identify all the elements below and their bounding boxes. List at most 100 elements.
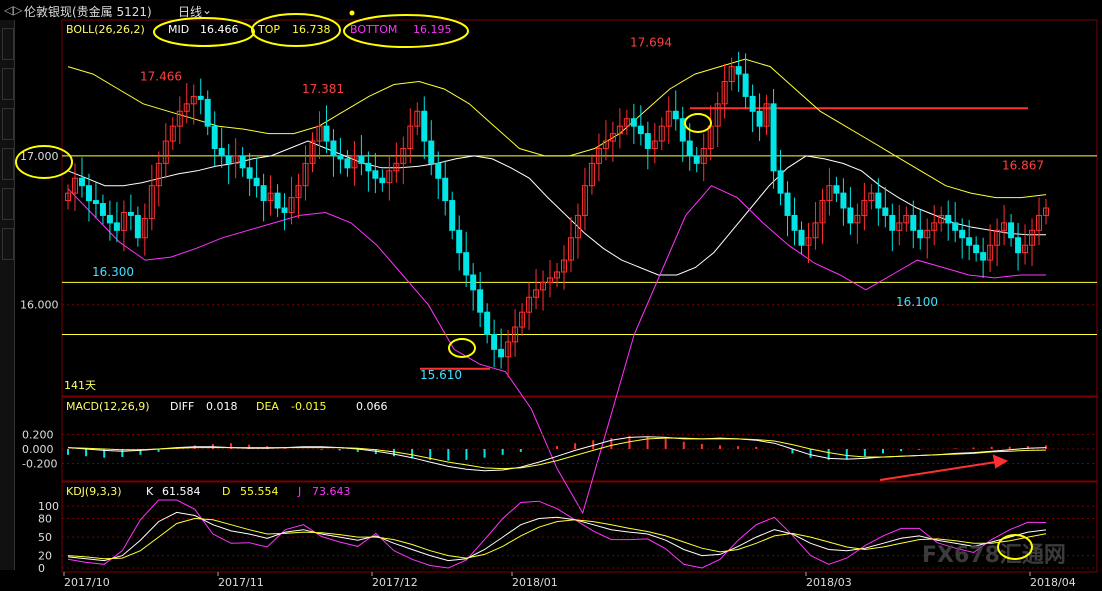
candle-body	[421, 110, 428, 142]
candle-body	[358, 155, 365, 164]
candle-body	[442, 177, 449, 202]
candle-body	[78, 177, 85, 187]
candle-body	[99, 203, 106, 216]
kdj-label: KDJ(9,3,3)	[66, 485, 122, 498]
candle-body	[875, 192, 882, 209]
macd-header: MACD(12,26,9) DIFF 0.018 DEA -0.015 0.06…	[66, 400, 388, 413]
x-tick-label: 2018/04	[1030, 576, 1076, 589]
boll-header: BOLL(26,26,2) MID 16.466 TOP 16.738 BOTT…	[66, 23, 452, 36]
candle-body	[959, 229, 966, 239]
kdj-header: KDJ(9,3,3) K 61.584 D 55.554 J 73.643	[66, 485, 351, 498]
chart-canvas: BOLL(26,26,2) MID 16.466 TOP 16.738 BOTT…	[15, 10, 1098, 589]
x-tick-label: 2018/03	[806, 576, 852, 589]
candle-body	[952, 222, 959, 231]
candle-body	[484, 311, 491, 335]
macd-label: MACD(12,26,9)	[66, 400, 150, 413]
candle-body	[344, 158, 351, 169]
candle-body	[686, 140, 693, 157]
kdj-tick-label: 20	[38, 550, 52, 563]
candle-body	[260, 185, 267, 202]
candle-body	[379, 177, 386, 184]
y-tick-label: 17.000	[20, 150, 59, 163]
macd-tick-label: -0.200	[22, 458, 57, 471]
candle-body	[113, 222, 120, 231]
candle-body	[756, 110, 763, 127]
kdj-k-line	[67, 511, 1047, 562]
candle-body	[693, 155, 700, 164]
kdj-k-label: K	[146, 485, 154, 498]
candle-body	[498, 348, 505, 358]
candle-body	[365, 162, 372, 172]
candle-body	[491, 333, 498, 350]
candle-body	[1008, 222, 1015, 239]
kdj-k-value: 61.584	[162, 485, 201, 498]
annotation-markers	[15, 13, 1033, 560]
candle-body	[784, 192, 791, 216]
macd-diff-value: 0.018	[206, 400, 238, 413]
candle-body	[882, 207, 889, 216]
candle-body	[456, 229, 463, 254]
boll-top-label: TOP	[257, 23, 280, 36]
price-label: 16.100	[896, 295, 938, 309]
candle-body	[777, 170, 784, 194]
candle-body	[92, 200, 99, 205]
dot-marker	[349, 10, 355, 16]
panel-frames	[61, 19, 1098, 573]
candle-body	[449, 200, 456, 231]
boll-top-value: 16.738	[292, 23, 331, 36]
boll-mid-label: MID	[168, 23, 189, 36]
candle-body	[770, 103, 777, 172]
candle-body	[791, 214, 798, 231]
x-tick-label: 2017/12	[372, 576, 418, 589]
candle-body	[637, 125, 644, 135]
candle-body	[337, 155, 344, 160]
candle-body	[477, 289, 484, 313]
macd-dea-line	[67, 437, 1047, 470]
candle-body	[973, 244, 980, 254]
macd-tick-label: 0.200	[22, 429, 54, 442]
watermark: FX678汇通网	[922, 543, 1066, 568]
candle-body	[742, 73, 749, 97]
candle-body	[644, 133, 651, 149]
kdj-tick-label: 100	[38, 500, 59, 513]
candle-body	[218, 147, 225, 157]
candle-body	[330, 140, 337, 157]
kdj-j-value: 73.643	[312, 485, 351, 498]
kdj-d-label: D	[222, 485, 230, 498]
kdj-tick-label: 80	[38, 513, 52, 526]
price-grid: 17.000 16.000	[20, 150, 1097, 312]
kdj-tick-label: 50	[38, 531, 52, 544]
candle-body	[798, 229, 805, 246]
kdj-j-line	[67, 499, 1047, 569]
candle-body	[749, 95, 756, 112]
boll-mid-value: 16.466	[200, 23, 239, 36]
price-label: 16.300	[92, 265, 134, 279]
boll-bottom-value: 16.195	[413, 23, 452, 36]
kdj-j-label: J	[297, 485, 301, 498]
candle-body	[323, 125, 330, 142]
candle-body	[833, 185, 840, 194]
macd-panel: 0.2000.000 -0.200	[22, 429, 1097, 472]
candle-body	[85, 185, 92, 202]
x-tick-label: 2018/01	[512, 576, 558, 589]
candle-body	[253, 177, 260, 187]
y-tick-label: 16.000	[20, 299, 59, 312]
candle-body	[435, 162, 442, 179]
candle-body	[470, 274, 477, 291]
candle-body	[630, 118, 637, 127]
x-tick-label: 2017/10	[64, 576, 110, 589]
boll-label: BOLL(26,26,2)	[66, 23, 145, 36]
candle-body	[1015, 237, 1022, 254]
price-label: 15.610	[420, 368, 462, 382]
macd-hist-value: 0.066	[356, 400, 388, 413]
candle-body	[197, 95, 204, 100]
candle-body	[735, 66, 742, 75]
candle-body	[840, 192, 847, 209]
marker-ellipse-drop	[684, 113, 712, 133]
candle-body	[372, 170, 379, 179]
candle-body	[966, 237, 973, 246]
price-label: 17.694	[630, 36, 672, 50]
price-labels: 17.466 16.300 17.381 15.610 17.694 16.100 16.8…	[92, 36, 1044, 382]
x-tick-label: 2017/11	[218, 576, 264, 589]
price-label: 16.867	[1002, 159, 1044, 173]
